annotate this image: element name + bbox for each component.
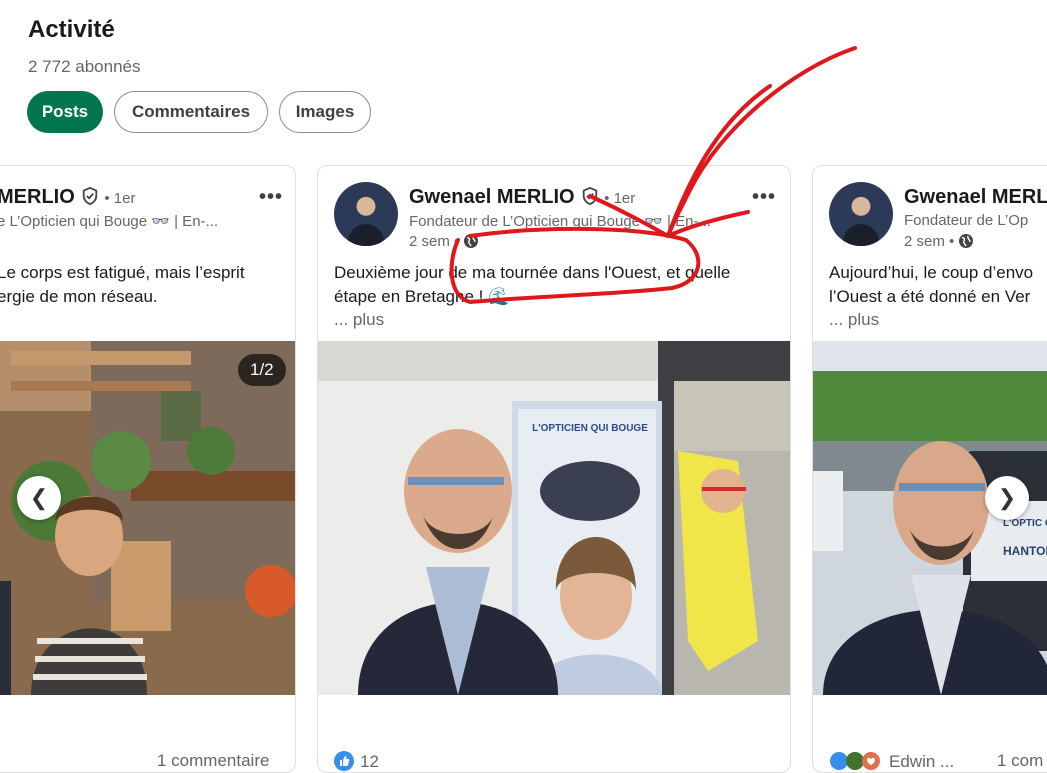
more-options-icon[interactable]: ••• bbox=[752, 186, 776, 209]
comment-count[interactable]: 1 com bbox=[997, 751, 1043, 771]
post-author[interactable]: Gwenael MERLIO • 1er bbox=[409, 186, 635, 209]
post-card-right[interactable]: Gwenael MERL Fondateur de L’Op 2 sem • A… bbox=[812, 165, 1047, 773]
like-icon bbox=[830, 752, 848, 770]
banner-brand: L'OPTICIEN QUI BOUGE bbox=[532, 423, 648, 434]
post-text-line-1: Deuxième jour de ma tournée dans l'Ouest… bbox=[334, 263, 731, 282]
van-word: HANTON bbox=[1003, 544, 1047, 558]
reactions-summary[interactable]: Edwin ... bbox=[829, 751, 954, 772]
post-text-line-2: l’Ouest a été donné en Ver bbox=[829, 287, 1031, 306]
avatar[interactable] bbox=[829, 182, 893, 246]
tab-posts[interactable]: Posts bbox=[27, 91, 103, 133]
image-counter: 1/2 bbox=[238, 354, 286, 386]
post-author[interactable]: MERLIO • 1er bbox=[0, 186, 135, 209]
post-author-name: Gwenael MERLIO bbox=[409, 186, 575, 208]
post-headline: e L’Opticien qui Bouge 👓 | En-... bbox=[0, 213, 219, 230]
post-time: 2 sem • bbox=[409, 233, 479, 250]
verified-icon bbox=[82, 187, 97, 205]
post-headline: Fondateur de L’Opticien qui Bouge 👓 | En… bbox=[409, 213, 711, 230]
chevron-left-icon[interactable]: ❮ bbox=[17, 476, 61, 520]
connection-degree: • 1er bbox=[104, 190, 136, 207]
globe-icon bbox=[464, 234, 479, 248]
post-author-name: MERLIO bbox=[0, 186, 75, 208]
see-more-link[interactable]: ... plus bbox=[829, 310, 879, 330]
reaction-icons bbox=[830, 752, 880, 770]
verified-icon bbox=[582, 187, 597, 205]
reactions-count: 12 bbox=[360, 752, 379, 771]
comment-count[interactable]: 1 commentaire bbox=[157, 751, 269, 771]
celebrate-icon bbox=[846, 752, 864, 770]
post-author-name[interactable]: Gwenael MERL bbox=[904, 186, 1047, 209]
post-image[interactable]: L'OPTICIEN QUI BOUGE bbox=[318, 341, 790, 695]
reactions-summary[interactable]: 12 bbox=[334, 751, 379, 772]
opticien-selfie-photo: L'OPTICIEN QUI BOUGE bbox=[318, 341, 790, 695]
post-time-label: 2 sem • bbox=[409, 233, 460, 250]
reaction-name: Edwin ... bbox=[889, 752, 955, 771]
see-more-link[interactable]: ... plus bbox=[334, 310, 384, 330]
post-card-left[interactable]: MERLIO • 1er e L’Opticien qui Bouge 👓 | … bbox=[0, 165, 296, 773]
post-time-label: 2 sem • bbox=[904, 233, 955, 250]
tab-commentaires[interactable]: Commentaires bbox=[114, 91, 268, 133]
page-title: Activité bbox=[28, 16, 115, 43]
post-card-middle[interactable]: Gwenael MERLIO • 1er Fondateur de L’Opti… bbox=[317, 165, 791, 773]
post-headline: Fondateur de L’Op bbox=[904, 212, 1029, 229]
followers-count: 2 772 abonnés bbox=[28, 57, 141, 76]
post-text-line-2: ergie de mon réseau. bbox=[0, 287, 158, 306]
post-text-line-1: Aujourd’hui, le coup d’envo bbox=[829, 263, 1034, 282]
globe-icon bbox=[959, 234, 974, 248]
avatar[interactable] bbox=[334, 182, 398, 246]
connection-degree: • 1er bbox=[604, 190, 636, 207]
like-icon bbox=[334, 751, 354, 771]
more-options-icon[interactable]: ••• bbox=[259, 186, 283, 209]
post-time: 2 sem • bbox=[904, 233, 974, 250]
tab-images[interactable]: Images bbox=[279, 91, 371, 133]
chevron-right-icon[interactable]: ❯ bbox=[985, 476, 1029, 520]
post-text-line-2: étape en Bretagne ! 🌊 bbox=[334, 287, 510, 306]
post-text-line-1: Le corps est fatigué, mais l’esprit bbox=[0, 263, 245, 282]
